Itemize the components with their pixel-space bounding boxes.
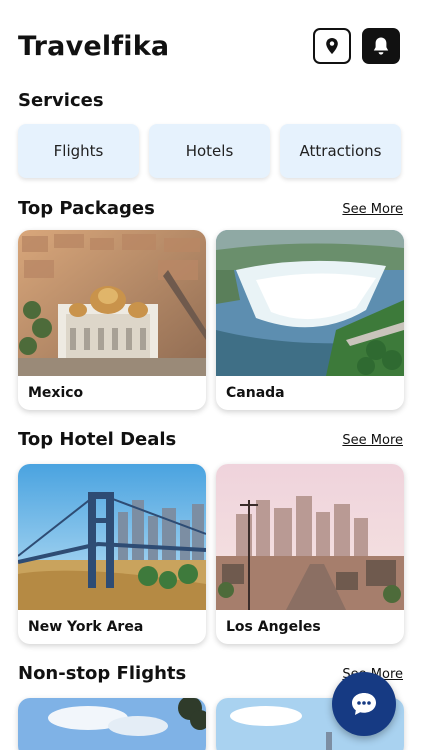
top-packages-row: Mexico Canada [18, 230, 404, 410]
nonstop-flights-title: Non-stop Flights [18, 663, 187, 684]
notifications-button[interactable] [362, 28, 400, 64]
header-actions [313, 28, 400, 64]
package-card-canada[interactable]: Canada [216, 230, 404, 410]
service-hotels-button[interactable]: Hotels [149, 124, 270, 178]
top-packages-title: Top Packages [18, 198, 155, 219]
app-title: Travelfika [18, 30, 170, 62]
app-header: Travelfika [18, 28, 400, 64]
hotel-card-los-angeles[interactable]: Los Angeles [216, 464, 404, 644]
package-card-mexico[interactable]: Mexico [18, 230, 206, 410]
service-attractions-button[interactable]: Attractions [280, 124, 401, 178]
hotel-card-label: Los Angeles [226, 619, 321, 635]
flight-destination-photo [18, 698, 206, 750]
location-pin-icon [326, 38, 338, 54]
top-hotel-deals-see-more-link[interactable]: See More [342, 433, 403, 448]
services-title: Services [18, 90, 104, 111]
los-angeles-photo [216, 464, 404, 610]
hotel-card-label: New York Area [28, 619, 144, 635]
top-hotel-deals-title: Top Hotel Deals [18, 429, 177, 450]
service-flights-button[interactable]: Flights [18, 124, 139, 178]
canada-photo [216, 230, 404, 376]
top-hotel-deals-row: New York Area Los Angeles [18, 464, 404, 644]
hotel-card-new-york[interactable]: New York Area [18, 464, 206, 644]
chat-bubble-icon [352, 693, 376, 715]
mexico-photo [18, 230, 206, 376]
location-button[interactable] [313, 28, 351, 64]
flight-card[interactable] [18, 698, 206, 750]
package-card-label: Mexico [28, 385, 84, 401]
chat-button[interactable] [332, 672, 396, 736]
services-row: Flights Hotels Attractions [18, 124, 401, 178]
top-packages-see-more-link[interactable]: See More [342, 202, 403, 217]
new-york-photo [18, 464, 206, 610]
package-card-label: Canada [226, 385, 285, 401]
bell-icon [373, 37, 389, 55]
